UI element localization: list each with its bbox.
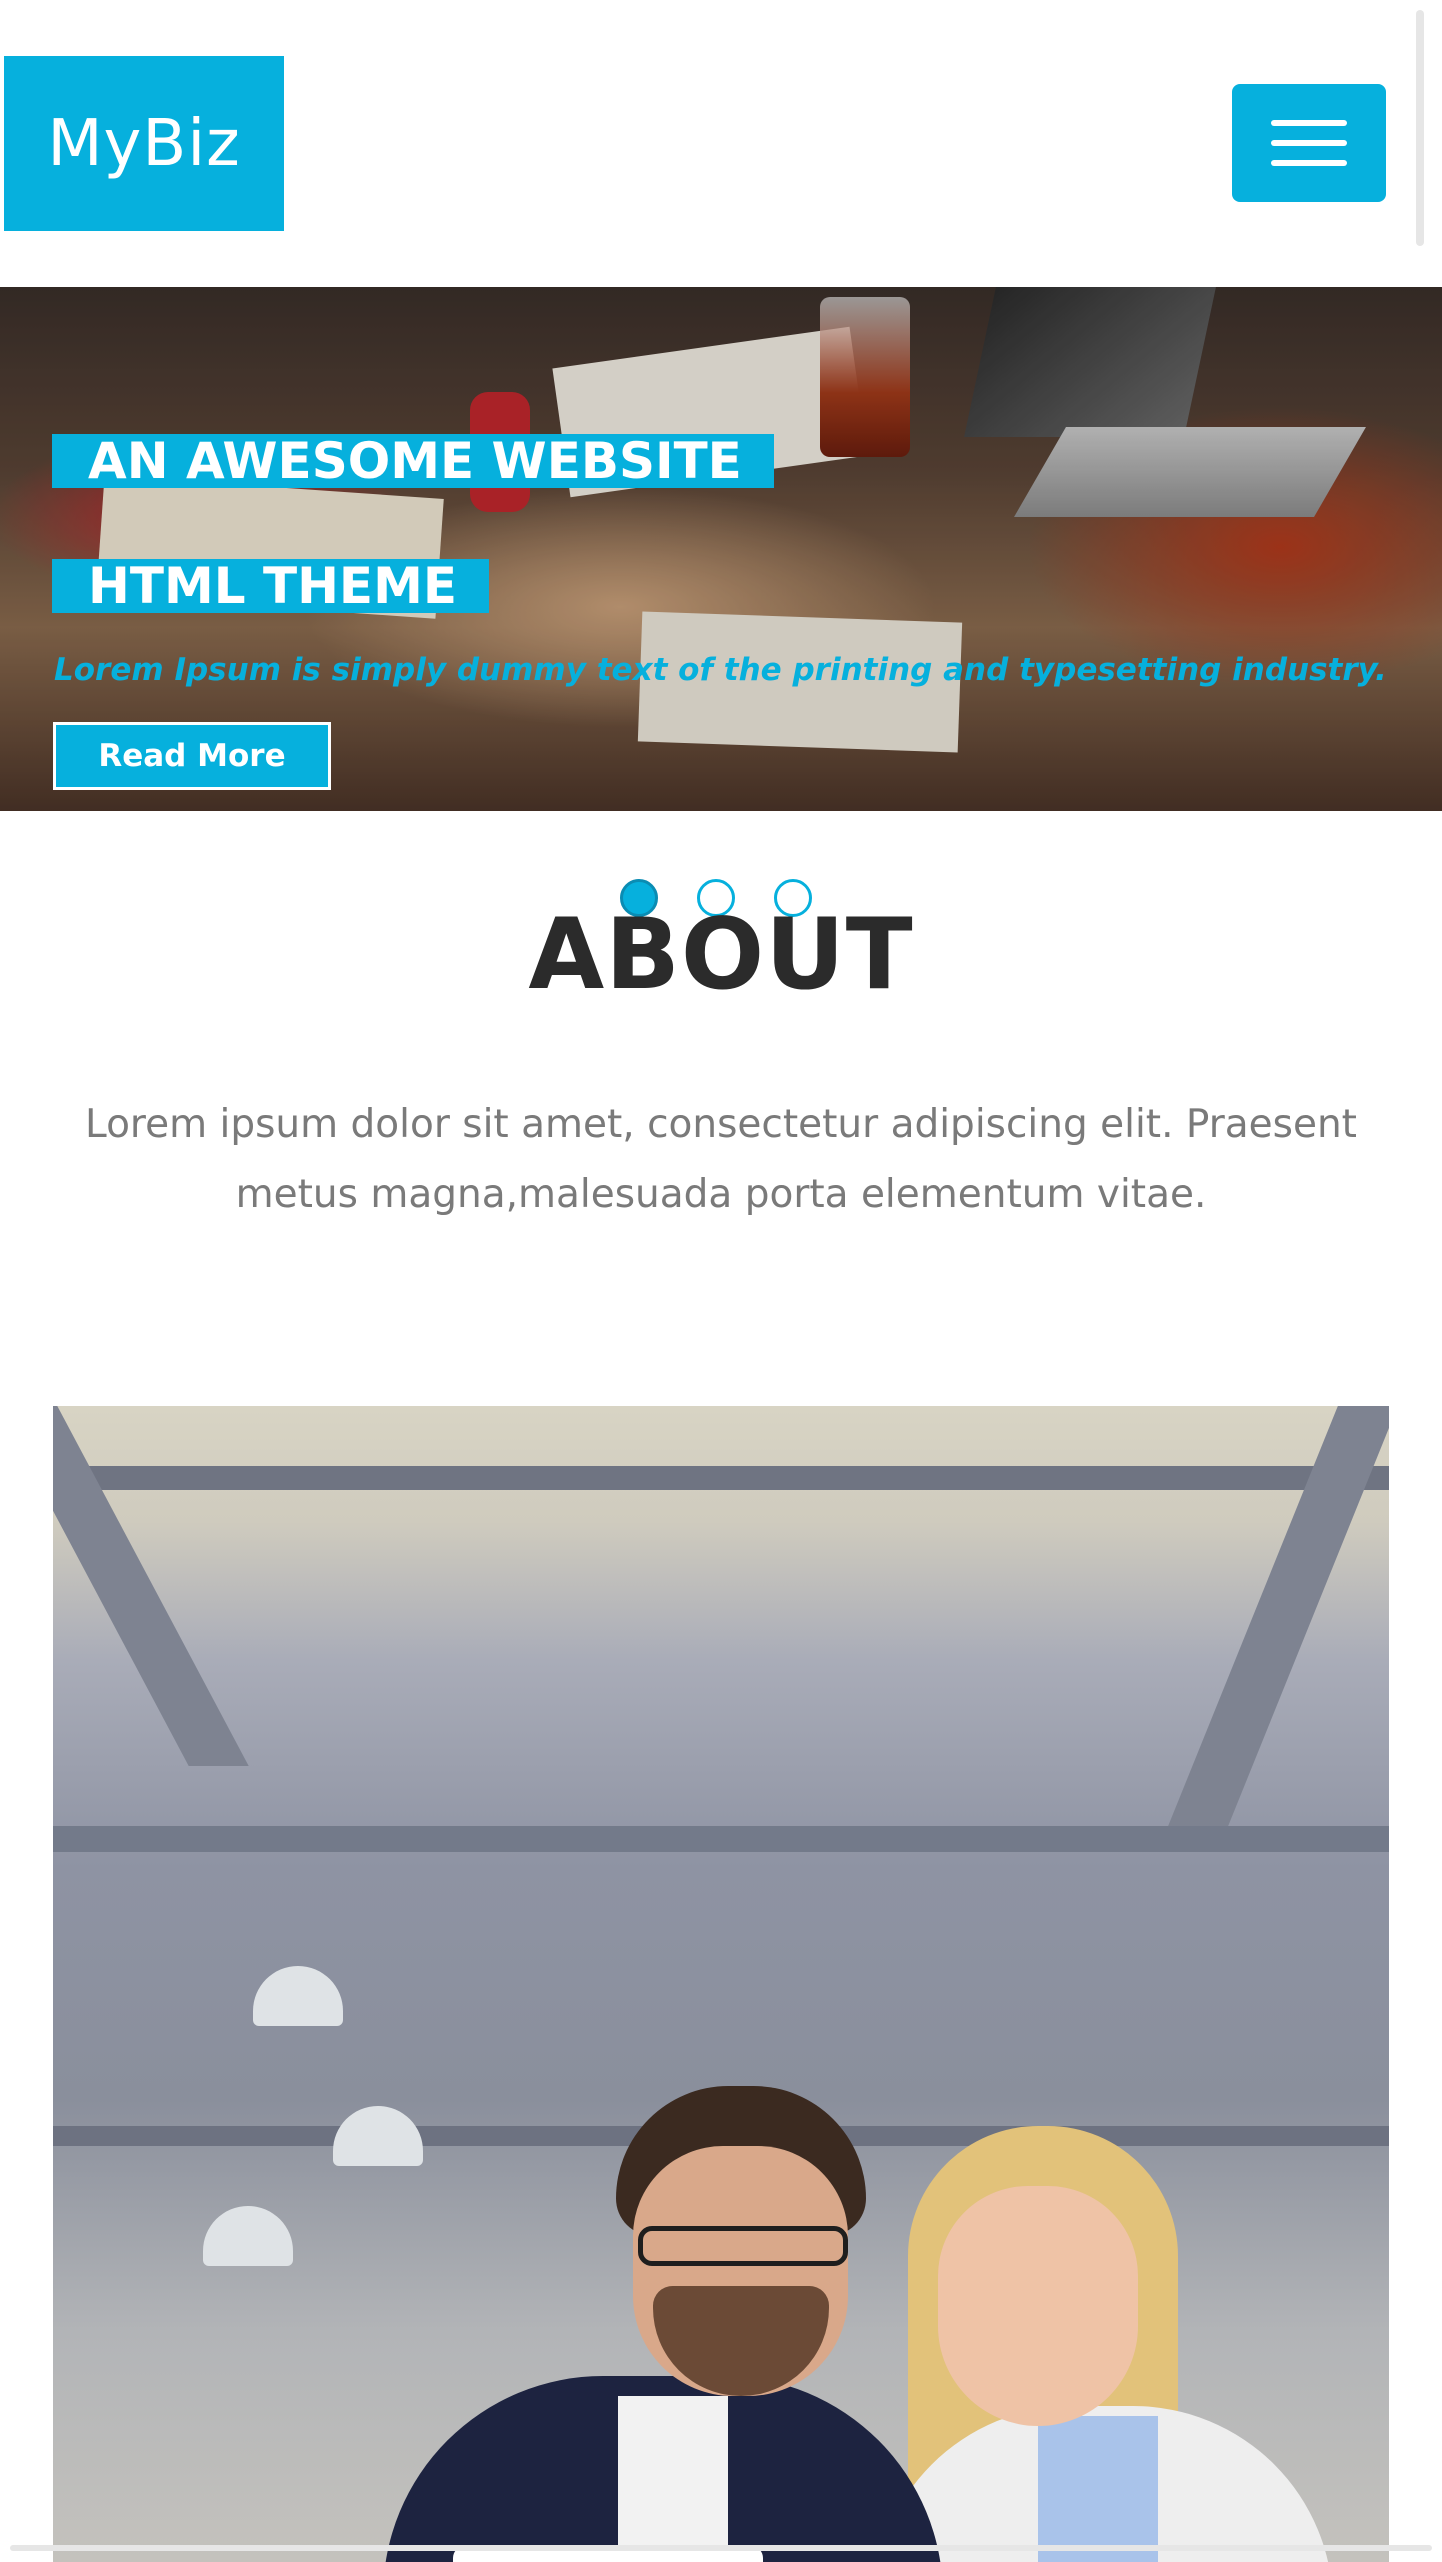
site-logo[interactable]: MyBiz xyxy=(4,56,284,231)
page: MyBiz AN AWESOME WEBSITE HTML THEME Lore… xyxy=(0,0,1442,2562)
photo-lamp xyxy=(333,2106,423,2166)
hero-slider: AN AWESOME WEBSITE HTML THEME Lorem Ipsu… xyxy=(0,287,1442,811)
hero-title-line-1: AN AWESOME WEBSITE xyxy=(52,434,774,488)
site-header: MyBiz xyxy=(0,0,1442,287)
photo-diagonal-beam xyxy=(53,1406,249,1766)
about-description: Lorem ipsum dolor sit amet, consectetur … xyxy=(85,1102,1357,1217)
hamburger-menu-icon-bar-3 xyxy=(1271,160,1347,166)
menu-toggle-button[interactable] xyxy=(1232,84,1386,202)
hero-title-line-2: HTML THEME xyxy=(52,559,489,613)
photo-woman-shirt xyxy=(1038,2416,1158,2562)
horizontal-scrollbar[interactable] xyxy=(10,2545,1432,2551)
hero-subtitle: Lorem Ipsum is simply dummy text of the … xyxy=(54,652,1387,688)
hamburger-menu-icon-bar-2 xyxy=(1271,140,1347,146)
photo-man-glasses xyxy=(638,2226,848,2266)
hamburger-menu-icon xyxy=(1271,120,1347,126)
about-team-photo xyxy=(53,1406,1389,2562)
photo-woman-face xyxy=(938,2186,1138,2426)
photo-lamp xyxy=(253,1966,343,2026)
photo-lamp xyxy=(203,2206,293,2266)
photo-ceiling-beam xyxy=(53,1466,1389,1490)
about-heading: ABOUT xyxy=(528,898,914,1012)
vertical-scrollbar[interactable] xyxy=(1416,10,1424,246)
photo-man-shirt xyxy=(618,2396,728,2562)
photo-ceiling-beam xyxy=(53,1826,1389,1852)
read-more-button[interactable]: Read More xyxy=(53,722,331,790)
